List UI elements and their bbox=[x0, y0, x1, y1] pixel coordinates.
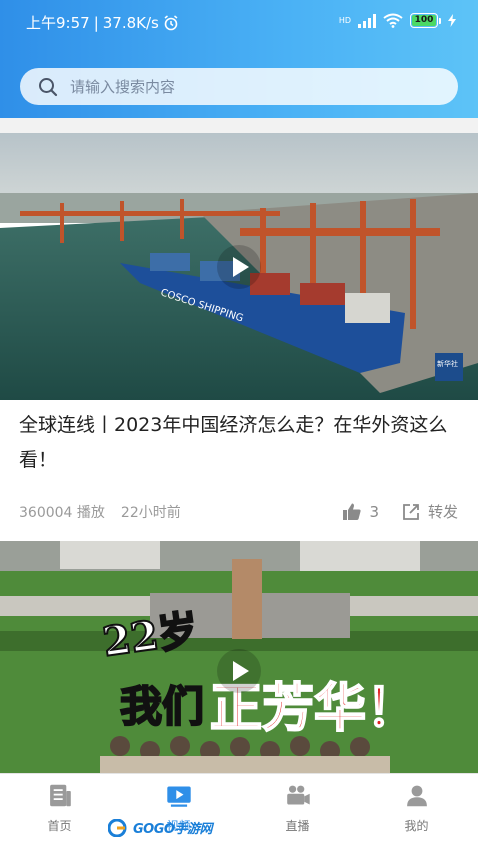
time-ago: 22小时前 bbox=[120, 505, 181, 521]
camera-icon bbox=[286, 785, 310, 805]
site-watermark: GOGO手游网 bbox=[108, 818, 212, 837]
app-header: 上午9:57 | 37.8K/s HD 100 请输入搜索内容 bbox=[0, 0, 478, 118]
play-icon bbox=[233, 661, 249, 681]
share-label: 转发 bbox=[427, 503, 458, 521]
watermark-logo-icon bbox=[108, 818, 127, 837]
bottom-tab-bar: 首页 视频 直播 我的 GOGO手游网 bbox=[0, 773, 478, 850]
battery-level: 100 bbox=[412, 15, 436, 26]
tab-home[interactable]: 首页 bbox=[0, 774, 119, 834]
video-card[interactable]: COSCO SHIPPING 新华社 全球连线丨2023年中国经济怎么走？在华外… bbox=[0, 133, 478, 541]
video-title[interactable]: 全球连线丨2023年中国经济怎么走？在华外资这么看！ bbox=[19, 408, 459, 478]
video-actions: 3 转发 bbox=[342, 501, 458, 522]
search-icon bbox=[39, 77, 58, 96]
alarm-icon bbox=[164, 14, 178, 30]
play-icon bbox=[233, 257, 249, 277]
play-button[interactable] bbox=[217, 245, 261, 289]
charging-icon bbox=[448, 14, 456, 27]
status-right: HD 100 bbox=[339, 13, 456, 28]
video-card[interactable]: 22岁 我们 正芳华！ bbox=[0, 541, 478, 773]
status-bar: 上午9:57 | 37.8K/s HD 100 bbox=[0, 0, 478, 44]
thumbs-up-icon bbox=[343, 503, 362, 520]
video-thumbnail[interactable]: COSCO SHIPPING 新华社 bbox=[0, 133, 478, 400]
search-bar[interactable]: 请输入搜索内容 bbox=[20, 68, 458, 105]
share-icon bbox=[403, 503, 419, 520]
net-speed: 37.8K/s bbox=[102, 13, 159, 32]
video-thumbnail[interactable]: 22岁 我们 正芳华！ bbox=[0, 541, 478, 773]
wifi-icon bbox=[383, 13, 403, 28]
user-icon bbox=[406, 785, 427, 807]
video-icon bbox=[166, 786, 191, 807]
status-separator: | bbox=[93, 13, 99, 32]
share-button[interactable]: 转发 bbox=[401, 501, 458, 522]
battery-icon: 100 bbox=[410, 13, 441, 28]
tab-label: 我的 bbox=[404, 819, 429, 833]
hd-label: HD bbox=[338, 16, 351, 25]
play-button[interactable] bbox=[217, 649, 261, 693]
tab-profile[interactable]: 我的 bbox=[357, 774, 476, 834]
thumb-badge: 新华社 bbox=[437, 359, 458, 368]
video-meta: 360004 播放 22小时前 bbox=[19, 502, 181, 522]
overlay-we: 我们 bbox=[120, 682, 204, 731]
status-time: 上午9:57 bbox=[26, 14, 90, 32]
tab-label: 首页 bbox=[47, 819, 72, 833]
signal-icon bbox=[358, 13, 376, 28]
status-left: 上午9:57 | 37.8K/s bbox=[26, 12, 179, 33]
news-icon bbox=[49, 784, 71, 807]
video-feed: COSCO SHIPPING 新华社 全球连线丨2023年中国经济怎么走？在华外… bbox=[0, 118, 478, 773]
like-button[interactable]: 3 bbox=[342, 502, 379, 522]
tab-label: 直播 bbox=[285, 819, 310, 833]
like-count: 3 bbox=[369, 502, 379, 521]
watermark-text: GOGO手游网 bbox=[133, 822, 212, 837]
search-placeholder: 请输入搜索内容 bbox=[70, 78, 176, 96]
play-count: 360004 播放 bbox=[19, 505, 105, 521]
tab-live[interactable]: 直播 bbox=[238, 774, 357, 834]
